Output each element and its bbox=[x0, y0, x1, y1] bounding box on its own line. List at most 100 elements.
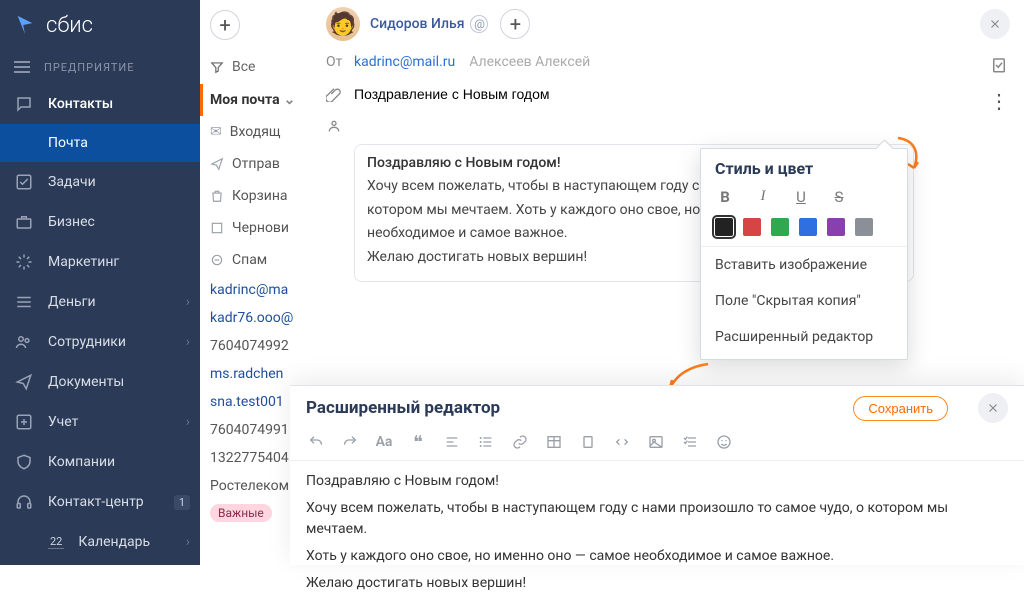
table-icon[interactable] bbox=[544, 432, 564, 452]
briefcase-icon bbox=[14, 212, 34, 232]
subject-input[interactable] bbox=[354, 82, 894, 106]
color-swatch[interactable] bbox=[771, 218, 789, 236]
sidebar-item-documents[interactable]: Документы bbox=[0, 362, 200, 402]
chevron-right-icon: › bbox=[186, 534, 190, 550]
chevron-right-icon: › bbox=[186, 334, 190, 350]
sidebar-item-contact-center[interactable]: Контакт-центр 1 bbox=[0, 482, 200, 522]
sidebar-item-label: Компании bbox=[48, 454, 115, 470]
list-icon[interactable] bbox=[476, 432, 496, 452]
sidebar-subitem-label: Почта bbox=[48, 135, 88, 151]
save-button[interactable]: Сохранить bbox=[853, 396, 948, 421]
sidebar-item-label: Учет bbox=[48, 414, 78, 430]
adv-line: Хоть у каждого оно свое, но именно оно —… bbox=[306, 546, 1008, 567]
font-icon[interactable]: Aa bbox=[374, 432, 394, 452]
headset-icon bbox=[14, 492, 34, 512]
user-name[interactable]: Сидоров Илья bbox=[370, 16, 464, 32]
color-swatch[interactable] bbox=[799, 218, 817, 236]
sidebar-item-label: Документы bbox=[48, 374, 124, 390]
chevron-down-icon: ⌄ bbox=[284, 92, 296, 108]
adv-line: Желаю достигать новых вершин! bbox=[306, 573, 1008, 594]
money-icon bbox=[14, 292, 34, 312]
brand-logo[interactable]: сбис bbox=[0, 0, 200, 50]
send-icon bbox=[14, 372, 34, 392]
envelope-icon: ✉ bbox=[210, 124, 222, 140]
send-icon bbox=[210, 157, 224, 171]
speech-icon bbox=[14, 94, 34, 114]
logo-icon bbox=[14, 14, 36, 36]
bcc-field-item[interactable]: Поле "Скрытая копия" bbox=[701, 283, 907, 319]
right-tool-strip: ⋮ bbox=[988, 54, 1010, 112]
adv-line: Хочу всем пожелать, чтобы в наступающем … bbox=[306, 498, 1008, 540]
color-swatch[interactable] bbox=[715, 218, 733, 236]
sidebar-item-business[interactable]: Бизнес bbox=[0, 202, 200, 242]
strike-button[interactable]: S bbox=[829, 188, 849, 206]
sidebar-item-marketing[interactable]: Маркетинг bbox=[0, 242, 200, 282]
undo-icon[interactable] bbox=[306, 432, 326, 452]
menu-icon[interactable] bbox=[14, 61, 30, 73]
attach-icon[interactable] bbox=[326, 86, 354, 102]
check-icon bbox=[14, 172, 34, 192]
color-swatch[interactable] bbox=[743, 218, 761, 236]
from-row: От kadrinc@mail.ru Алексеев Алексей bbox=[310, 48, 1024, 76]
people-icon bbox=[14, 332, 34, 352]
bold-button[interactable]: B bbox=[715, 188, 735, 206]
style-popover: Стиль и цвет B I U S Вставить изображени… bbox=[700, 148, 908, 360]
sidebar-item-accounting[interactable]: Учет › bbox=[0, 402, 200, 442]
adv-close-button[interactable] bbox=[978, 393, 1008, 423]
underline-button[interactable]: U bbox=[791, 188, 811, 206]
from-email[interactable]: kadrinc@mail.ru bbox=[354, 54, 455, 70]
section-header: ПРЕДПРИЯТИЕ bbox=[0, 50, 200, 84]
italic-button[interactable]: I bbox=[753, 188, 773, 206]
new-mail-button[interactable]: + bbox=[210, 10, 240, 40]
clipboard-check-icon[interactable] bbox=[988, 54, 1010, 76]
align-icon[interactable] bbox=[442, 432, 462, 452]
spam-icon bbox=[210, 253, 224, 267]
mention-icon[interactable]: @ bbox=[470, 15, 488, 33]
compose-header: 🧑 Сидоров Илья @ + bbox=[310, 0, 1024, 48]
sidebar-item-staff[interactable]: Сотрудники › bbox=[0, 322, 200, 362]
insert-image-item[interactable]: Вставить изображение bbox=[701, 247, 907, 283]
close-button[interactable] bbox=[980, 9, 1010, 39]
sidebar-item-companies[interactable]: Компании bbox=[0, 442, 200, 482]
code-icon[interactable] bbox=[612, 432, 632, 452]
sidebar-item-money[interactable]: Деньги › bbox=[0, 282, 200, 322]
tag-important[interactable]: Важные bbox=[210, 504, 272, 522]
spark-icon bbox=[14, 252, 34, 272]
sidebar-item-calendar[interactable]: 22 Календарь › bbox=[0, 522, 200, 562]
chevron-right-icon: › bbox=[186, 294, 190, 310]
adv-body[interactable]: Поздравляю с Новым годом! Хочу всем поже… bbox=[290, 461, 1024, 610]
sidebar-item-tasks[interactable]: Задачи bbox=[0, 162, 200, 202]
redo-icon[interactable] bbox=[340, 432, 360, 452]
filter-icon bbox=[210, 60, 224, 74]
advanced-editor-panel: Расширенный редактор Сохранить Aa ❝ Позд… bbox=[290, 385, 1024, 565]
format-row: B I U S bbox=[701, 186, 907, 214]
emoji-icon[interactable] bbox=[714, 432, 734, 452]
sidebar-item-contacts[interactable]: Контакты bbox=[0, 84, 200, 124]
more-menu-icon[interactable]: ⋮ bbox=[988, 90, 1010, 112]
sidebar-subitem-mail[interactable]: Почта bbox=[0, 124, 200, 162]
popover-title: Стиль и цвет bbox=[701, 159, 907, 186]
adv-toolbar: Aa ❝ bbox=[290, 430, 1024, 461]
image-icon[interactable] bbox=[646, 432, 666, 452]
body-row bbox=[310, 112, 1024, 140]
user-avatar[interactable]: 🧑 bbox=[326, 7, 360, 41]
link-icon[interactable] bbox=[510, 432, 530, 452]
sidebar-item-label: Контакты bbox=[48, 96, 113, 112]
trash-icon bbox=[210, 189, 224, 203]
badge-count: 1 bbox=[174, 495, 190, 510]
advanced-editor-item[interactable]: Расширенный редактор bbox=[701, 319, 907, 355]
person-icon[interactable] bbox=[326, 118, 354, 134]
sidebar-item-label: Маркетинг bbox=[48, 254, 119, 270]
compose-pane: 🧑 Сидоров Илья @ + ⋮ От kadrinc@mail.ru … bbox=[310, 0, 1024, 390]
plus-box-icon bbox=[14, 412, 34, 432]
draft-icon bbox=[210, 221, 224, 235]
quote-icon[interactable]: ❝ bbox=[408, 432, 428, 452]
from-name-hint: Алексеев Алексей bbox=[469, 54, 590, 70]
sidebar-item-label: Деньги bbox=[48, 294, 96, 310]
color-swatch[interactable] bbox=[827, 218, 845, 236]
checklist-icon[interactable] bbox=[680, 432, 700, 452]
clipboard-icon[interactable] bbox=[578, 432, 598, 452]
color-swatch[interactable] bbox=[855, 218, 873, 236]
shield-icon bbox=[14, 452, 34, 472]
add-recipient-button[interactable]: + bbox=[500, 9, 530, 39]
